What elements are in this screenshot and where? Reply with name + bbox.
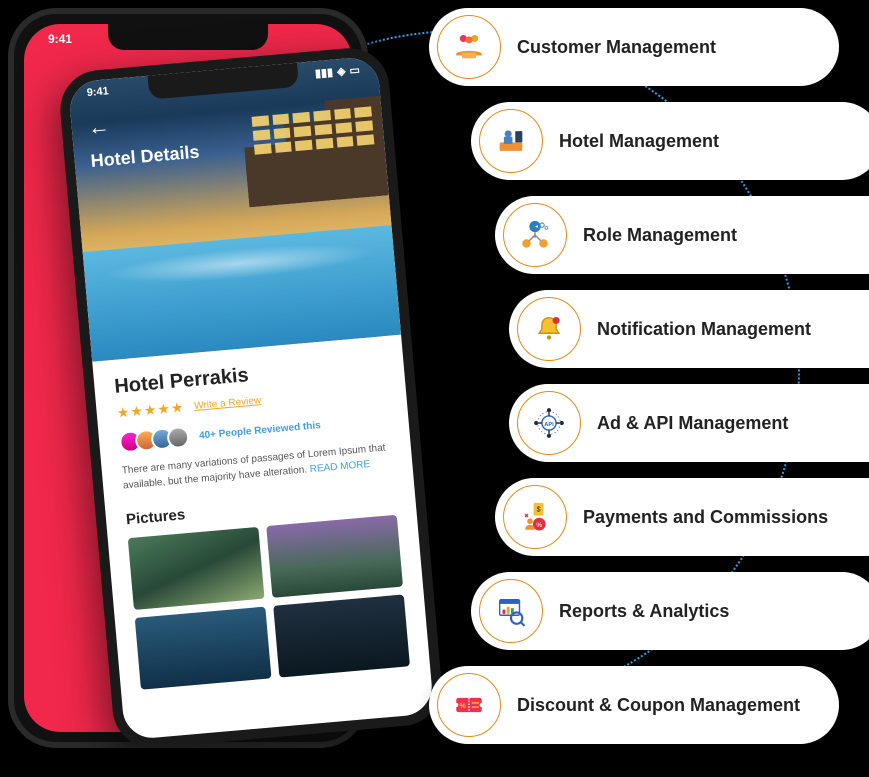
avatar-stack <box>118 426 190 454</box>
battery-icon: ▭ <box>349 63 360 77</box>
feature-label: Customer Management <box>517 36 716 59</box>
hotel-content: Hotel Perrakis ★★★★★ Write a Review 40+ … <box>92 335 431 708</box>
write-review-link[interactable]: Write a Review <box>194 395 262 412</box>
feature-reports-analytics: Reports & Analytics <box>471 572 869 650</box>
feature-label: Ad & API Management <box>597 412 788 435</box>
phone-front-frame: 9:41 ▮▮▮ ◈ ▭ ← Hotel Details Hotel Perra… <box>57 45 445 751</box>
svg-text:$: $ <box>537 505 541 513</box>
feature-role-management: Role Management <box>495 196 869 274</box>
svg-text:API: API <box>544 422 554 428</box>
picture-thumbnail[interactable] <box>128 527 265 610</box>
coupon-icon: % <box>437 673 501 737</box>
page-title: Hotel Details <box>90 142 200 172</box>
status-time-front: 9:41 <box>86 85 109 100</box>
pictures-grid <box>128 515 410 690</box>
feature-label: Notification Management <box>597 318 811 341</box>
roles-icon <box>503 203 567 267</box>
wifi-icon: ◈ <box>336 65 346 79</box>
api-icon: API <box>517 391 581 455</box>
reviews-count: 40+ People Reviewed this <box>199 420 321 442</box>
feature-customer-management: Customer Management <box>429 8 839 86</box>
feature-label: Reports & Analytics <box>559 600 729 623</box>
feature-discount-coupon-management: % Discount & Coupon Management <box>429 666 839 744</box>
analytics-icon <box>479 579 543 643</box>
feature-label: Hotel Management <box>559 130 719 153</box>
feature-label: Role Management <box>583 224 737 247</box>
customers-icon <box>437 15 501 79</box>
feature-label: Discount & Coupon Management <box>517 694 800 717</box>
feature-payments-commissions: $% Payments and Commissions <box>495 478 869 556</box>
phone-back-notch <box>108 24 268 50</box>
payments-icon: $% <box>503 485 567 549</box>
signal-icon: ▮▮▮ <box>314 66 333 81</box>
picture-thumbnail[interactable] <box>273 594 410 677</box>
feature-list: Customer Management Hotel Management Rol… <box>429 8 869 744</box>
picture-thumbnail[interactable] <box>135 607 272 690</box>
hero-windows <box>252 106 379 196</box>
reception-icon <box>479 109 543 173</box>
feature-notification-management: Notification Management <box>509 290 869 368</box>
hero-image: ← Hotel Details <box>68 56 401 362</box>
svg-text:%: % <box>536 522 542 529</box>
picture-thumbnail[interactable] <box>266 515 403 598</box>
bell-icon <box>517 297 581 361</box>
status-time-back: 9:41 <box>48 32 72 46</box>
feature-ad-api-management: API Ad & API Management <box>509 384 869 462</box>
feature-label: Payments and Commissions <box>583 506 828 529</box>
svg-text:%: % <box>459 702 466 710</box>
back-arrow-icon[interactable]: ← <box>87 113 111 141</box>
star-rating-icon: ★★★★★ <box>116 399 185 422</box>
read-more-link[interactable]: READ MORE <box>309 459 370 475</box>
feature-hotel-management: Hotel Management <box>471 102 869 180</box>
